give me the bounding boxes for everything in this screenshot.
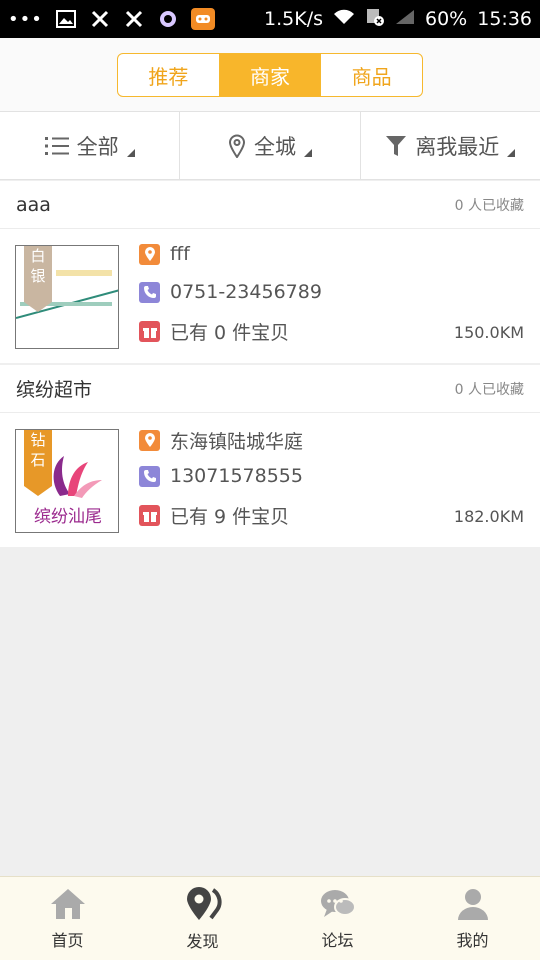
list-icon	[44, 136, 69, 155]
tab-me[interactable]: 我的	[405, 877, 540, 960]
store-distance: 150.0KM	[453, 323, 524, 342]
store-distance: 182.0KM	[453, 507, 524, 526]
discover-pin-icon	[186, 886, 222, 920]
sim-off-icon	[365, 7, 385, 32]
store-address-row: 东海镇陆城华庭	[139, 427, 303, 454]
tab-forum-label: 论坛	[321, 930, 354, 950]
dropdown-indicator-icon	[126, 148, 135, 157]
battery-level: 60%	[425, 8, 468, 30]
tab-merchants[interactable]: 商家	[219, 54, 322, 96]
store-address: 东海镇陆城华庭	[170, 431, 304, 453]
sort-filter[interactable]: 离我最近	[361, 112, 540, 179]
store-phone: 0751-23456789	[170, 281, 322, 303]
status-bar: ••• 1.5K/s 60% 15:36	[0, 0, 540, 38]
tool-icon-2	[123, 8, 145, 30]
store-name: 缤纷超市	[16, 379, 93, 401]
bottom-tab-bar: 首页 发现 论坛 我的	[0, 876, 540, 960]
tab-forum[interactable]: 论坛	[270, 877, 405, 960]
diamond-badge: 钻石	[24, 430, 52, 496]
tab-home-label: 首页	[51, 930, 84, 950]
store-item-count: 已有 9 件宝贝	[170, 506, 290, 528]
store-thumbnail: 缤纷汕尾 钻石	[15, 429, 119, 533]
store-header: aaa 0 人已收藏	[0, 181, 540, 229]
dropdown-indicator-icon	[507, 148, 516, 157]
category-filter[interactable]: 全部	[0, 112, 181, 179]
location-pin-icon	[228, 134, 245, 158]
store-body: 白银 fff 0751-23456789 已有 0 件宝贝 150.0KM	[0, 229, 540, 363]
tool-icon	[89, 8, 111, 30]
segmented-control: 推荐 商家 商品	[117, 53, 423, 97]
game-icon	[190, 8, 215, 30]
store-phone: 13071578555	[170, 465, 303, 487]
location-icon	[139, 430, 160, 451]
store-body: 缤纷汕尾 钻石 东海镇陆城华庭 13071578555 已有 9 件宝贝 182…	[0, 413, 540, 547]
area-filter-label: 全城	[253, 134, 296, 159]
tab-recommend[interactable]: 推荐	[118, 54, 220, 96]
location-icon	[139, 243, 160, 265]
silver-badge: 白银	[24, 246, 52, 312]
tab-discover-label: 发现	[186, 931, 219, 951]
signal-icon	[395, 8, 415, 30]
store-header: 缤纷超市 0 人已收藏	[0, 365, 540, 413]
phone-icon	[139, 465, 160, 487]
store-items-row: 已有 0 件宝贝	[139, 318, 289, 345]
store-address-row: fff	[139, 243, 190, 265]
store-card[interactable]: aaa 0 人已收藏 白银 fff 0751-23456789 已有 0 件宝贝…	[0, 181, 540, 363]
category-filter-label: 全部	[76, 134, 119, 159]
chat-bubbles-icon	[320, 889, 356, 917]
store-items-row: 已有 9 件宝贝	[139, 502, 289, 529]
funnel-icon	[386, 135, 407, 156]
area-filter[interactable]: 全城	[180, 112, 361, 179]
network-speed: 1.5K/s	[264, 8, 323, 30]
image-icon	[55, 8, 77, 30]
segment-bar: 推荐 商家 商品	[0, 38, 540, 112]
tab-home[interactable]: 首页	[0, 877, 135, 960]
favorite-count: 0 人已收藏	[454, 197, 524, 214]
clock: 15:36	[477, 8, 532, 30]
tab-discover[interactable]: 发现	[135, 877, 270, 960]
store-name: aaa	[16, 193, 51, 216]
dropdown-indicator-icon	[303, 148, 312, 157]
favorite-count: 0 人已收藏	[454, 381, 524, 398]
store-card[interactable]: 缤纷超市 0 人已收藏 缤纷汕尾 钻石 东海镇陆城华庭 13071578555	[0, 365, 540, 547]
home-icon	[50, 888, 85, 919]
store-phone-row[interactable]: 13071578555	[139, 465, 303, 487]
store-logo-text: 缤纷汕尾	[34, 507, 102, 527]
gift-icon	[139, 505, 160, 526]
tab-products[interactable]: 商品	[321, 54, 422, 96]
store-address: fff	[170, 243, 190, 265]
store-item-count: 已有 0 件宝贝	[170, 322, 290, 344]
sort-filter-label: 离我最近	[415, 134, 500, 159]
store-thumbnail: 白银	[15, 245, 119, 349]
wifi-icon	[333, 8, 355, 30]
phone-icon	[139, 281, 160, 303]
circle-app-icon	[157, 8, 179, 30]
user-icon	[457, 888, 488, 920]
store-phone-row[interactable]: 0751-23456789	[139, 281, 322, 303]
filter-bar: 全部 全城 离我最近	[0, 112, 540, 180]
more-notifications-icon: •••	[8, 8, 43, 30]
gift-icon	[139, 321, 160, 342]
tab-me-label: 我的	[456, 930, 489, 950]
